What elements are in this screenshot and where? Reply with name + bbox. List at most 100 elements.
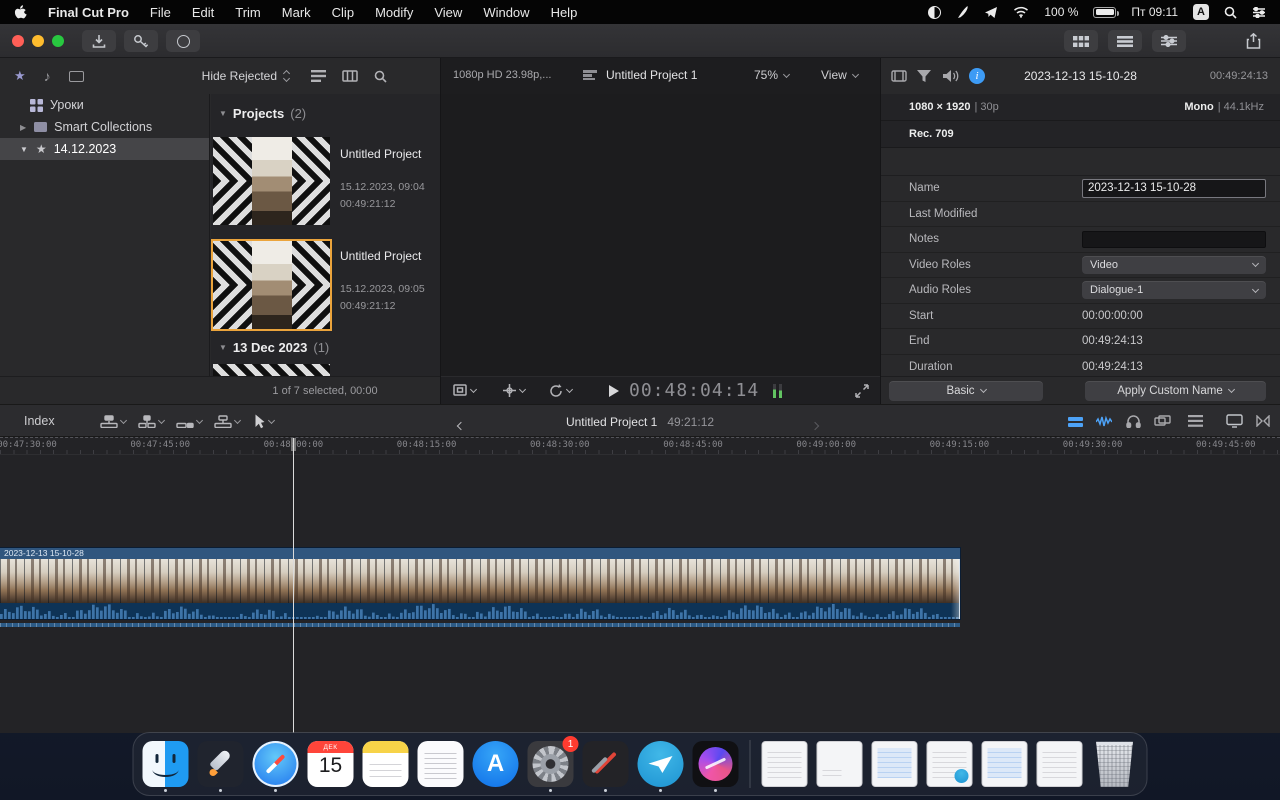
viewer-transform-tool-dropdown[interactable]	[503, 384, 527, 397]
dock-icon-calendar[interactable]: ДЕК 15	[307, 741, 354, 787]
section-disclosure-icon[interactable]: ▼	[219, 343, 227, 352]
input-source-badge[interactable]: A	[1193, 4, 1209, 20]
dock-icon-trash[interactable]	[1096, 741, 1133, 787]
zoom-window-button[interactable]	[52, 35, 64, 47]
dock-icon-telegram[interactable]	[637, 741, 684, 787]
menu-clip[interactable]: Clip	[332, 5, 354, 20]
project-thumbnail[interactable]	[211, 239, 332, 331]
inspector-layout-button[interactable]	[1152, 30, 1186, 52]
play-button[interactable]	[609, 385, 619, 397]
wifi-icon[interactable]	[1013, 6, 1029, 18]
clip-appearance-audio-icon[interactable]	[1096, 415, 1112, 428]
apple-menu-icon[interactable]	[14, 4, 27, 20]
menubar-app-name[interactable]: Final Cut Pro	[48, 5, 129, 20]
audio-inspector-tab[interactable]	[943, 69, 959, 83]
menubar-clock[interactable]: Пт 09:11	[1131, 5, 1178, 19]
projects-section-header[interactable]: ▼ Projects (2)	[219, 106, 306, 121]
telegram-status-icon[interactable]	[984, 6, 998, 19]
dock-icon-darkapp[interactable]	[582, 741, 629, 787]
menu-help[interactable]: Help	[551, 5, 578, 20]
keywords-button[interactable]	[124, 30, 158, 52]
clip-audio-lane[interactable]	[0, 623, 960, 627]
menu-file[interactable]: File	[150, 5, 171, 20]
audio-meter[interactable]	[773, 384, 776, 398]
share-button[interactable]	[1238, 30, 1268, 52]
dock-icon-fcp[interactable]	[692, 741, 739, 787]
dock-icon-notes[interactable]	[362, 741, 409, 787]
brush-status-icon[interactable]	[956, 5, 969, 19]
dock-icon-textedit[interactable]	[417, 741, 464, 787]
minimize-window-button[interactable]	[32, 35, 44, 47]
dock-icon-window[interactable]	[981, 741, 1028, 787]
timeline-layout-button[interactable]	[1108, 30, 1142, 52]
timeline-ruler[interactable]: 00:47:30:0000:47:45:0000:48:00:0000:48:1…	[0, 438, 1280, 455]
external-monitor-icon[interactable]	[1226, 414, 1243, 428]
viewer-timecode[interactable]: 00:48:04:14	[629, 380, 759, 401]
dock-icon-window[interactable]	[761, 741, 808, 787]
disclosure-right-icon[interactable]: ▶	[20, 123, 26, 132]
menu-view[interactable]: View	[434, 5, 462, 20]
dock-icon-safari[interactable]	[252, 741, 299, 787]
background-tasks-button[interactable]	[166, 30, 200, 52]
name-input[interactable]	[1082, 178, 1266, 198]
apply-custom-name-dropdown[interactable]: Apply Custom Name	[1085, 380, 1266, 401]
dock-icon-window[interactable]	[871, 741, 918, 787]
display-mode-icon[interactable]	[928, 5, 942, 19]
filter-dropdown[interactable]: Hide Rejected	[202, 69, 291, 83]
menu-mark[interactable]: Mark	[282, 5, 311, 20]
project-thumbnail[interactable]	[213, 137, 330, 225]
filmstrip-view-icon[interactable]	[342, 70, 358, 82]
fullscreen-icon[interactable]	[855, 384, 869, 398]
viewer-zoom-tool-dropdown[interactable]	[453, 384, 478, 396]
playhead[interactable]	[291, 438, 296, 733]
audio-solo-icon[interactable]	[1126, 414, 1141, 428]
dock-icon-window[interactable]	[816, 741, 863, 787]
clip-appearance-video-icon[interactable]	[1068, 417, 1083, 427]
timeline[interactable]: 00:47:30:0000:47:45:0000:48:00:0000:48:1…	[0, 437, 1280, 733]
info-inspector-tab[interactable]: i	[969, 68, 985, 84]
dock-icon-rocket[interactable]	[197, 741, 244, 787]
skimming-icon[interactable]	[1154, 415, 1171, 428]
disclosure-down-icon[interactable]: ▼	[20, 145, 28, 154]
titles-sidebar-icon[interactable]	[68, 70, 84, 82]
search-icon[interactable]	[1224, 6, 1237, 19]
date-section-header[interactable]: ▼ 13 Dec 2023 (1)	[219, 340, 329, 355]
viewer-view-dropdown[interactable]: View	[821, 68, 859, 82]
dock-icon-finder[interactable]	[142, 741, 189, 787]
basic-metadata-dropdown[interactable]: Basic	[889, 380, 1043, 401]
av-output-icon[interactable]	[1256, 415, 1270, 427]
viewer-zoom-dropdown[interactable]: 75%	[754, 68, 791, 82]
timeline-list-icon[interactable]	[1188, 415, 1203, 427]
sidebar-item-event[interactable]: ▼ ★ 14.12.2023	[0, 138, 209, 160]
close-window-button[interactable]	[12, 35, 24, 47]
video-inspector-tab[interactable]	[891, 70, 907, 82]
menu-trim[interactable]: Trim	[235, 5, 261, 20]
color-inspector-tab[interactable]	[917, 70, 931, 82]
dock-icon-settings[interactable]: 1	[527, 736, 579, 787]
audio-meter[interactable]	[779, 384, 782, 398]
battery-icon[interactable]	[1093, 6, 1120, 18]
timeline-project-switcher[interactable]: Untitled Project 1 49:21:12	[0, 405, 1280, 438]
control-center-icon[interactable]	[1252, 6, 1266, 18]
sidebar-item-library[interactable]: Уроки	[0, 94, 209, 116]
timeline-clip[interactable]: 2023-12-13 15-10-28	[0, 547, 961, 620]
notes-input[interactable]	[1082, 230, 1266, 248]
menu-window[interactable]: Window	[483, 5, 529, 20]
library-sidebar-icon[interactable]: ★	[14, 68, 26, 84]
audio-sidebar-icon[interactable]: ♪	[44, 68, 51, 84]
sidebar-item-smart-collections[interactable]: ▶ Smart Collections	[0, 116, 209, 138]
dock-icon-window[interactable]	[1036, 741, 1083, 787]
browser-search-icon[interactable]	[374, 70, 387, 83]
timeline-forward-icon[interactable]	[810, 416, 820, 434]
menu-modify[interactable]: Modify	[375, 5, 413, 20]
audio-roles-select[interactable]: Dialogue-1	[1082, 281, 1266, 300]
menu-edit[interactable]: Edit	[192, 5, 214, 20]
video-roles-select[interactable]: Video	[1082, 255, 1266, 274]
dock-icon-appstore[interactable]: A	[472, 741, 519, 787]
section-disclosure-icon[interactable]: ▼	[219, 109, 227, 118]
clip-info-toggle-icon[interactable]	[311, 70, 327, 82]
viewer-retime-dropdown[interactable]	[549, 384, 574, 397]
dock-icon-window[interactable]	[926, 741, 973, 787]
clip-thumbnail-partial[interactable]	[213, 364, 330, 376]
import-media-button[interactable]	[82, 30, 116, 52]
